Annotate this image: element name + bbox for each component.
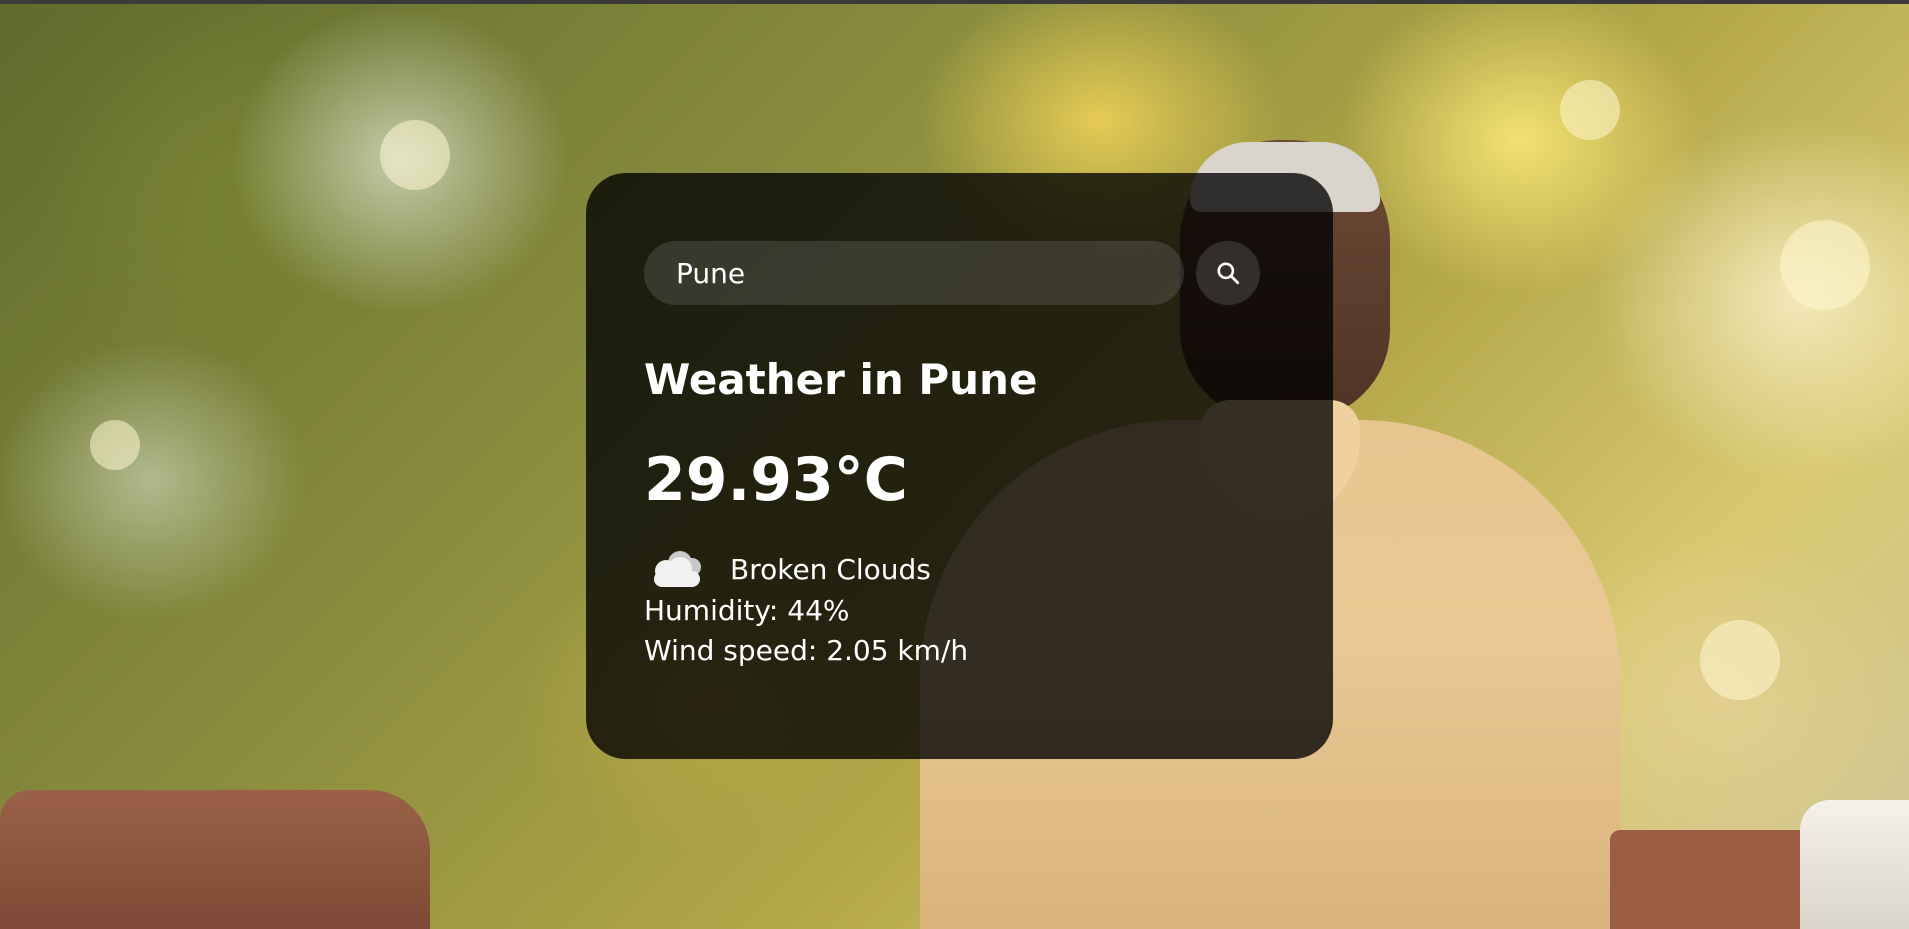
- weather-app: Weather in Pune 29.93°C Broken Clouds Hu…: [0, 0, 1909, 929]
- wind-speed: Wind speed: 2.05 km/h: [644, 634, 969, 668]
- stone-ledge: [1610, 830, 1810, 929]
- search-input[interactable]: [644, 241, 1184, 305]
- bokeh-light: [1780, 220, 1870, 310]
- bokeh-light: [90, 420, 140, 470]
- search-icon: [1217, 262, 1240, 285]
- window-top-edge: [0, 0, 1909, 4]
- condition-row: Broken Clouds: [644, 547, 1275, 591]
- search-bar: [644, 241, 1275, 305]
- city-title: Weather in Pune: [644, 355, 1038, 404]
- search-button[interactable]: [1196, 241, 1260, 305]
- glass-jar: [1800, 800, 1909, 929]
- bokeh-light: [1700, 620, 1780, 700]
- temperature: 29.93°C: [644, 445, 908, 516]
- rock: [0, 790, 430, 929]
- cloud-icon: [654, 551, 701, 588]
- condition-description: Broken Clouds: [730, 552, 931, 586]
- bokeh-light: [1560, 80, 1620, 140]
- bokeh-light: [380, 120, 450, 190]
- humidity: Humidity: 44%: [644, 594, 850, 628]
- weather-card: Weather in Pune 29.93°C Broken Clouds Hu…: [586, 173, 1333, 759]
